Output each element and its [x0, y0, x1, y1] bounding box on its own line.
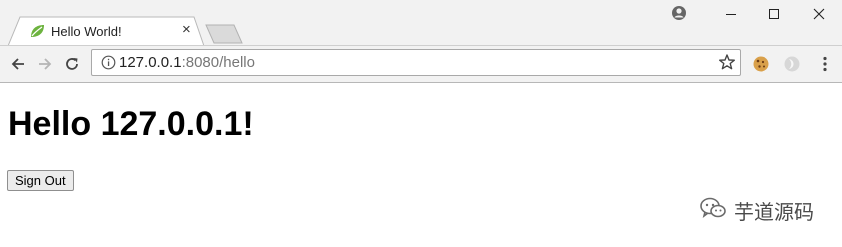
star-icon[interactable]	[718, 53, 736, 71]
forward-button[interactable]	[32, 51, 58, 77]
url-path: :8080/hello	[181, 54, 255, 71]
maximize-icon	[769, 9, 779, 19]
url-host: 127.0.0.1	[119, 54, 182, 71]
arrow-left-icon	[11, 58, 24, 70]
tab-strip: Hello World! ×	[0, 0, 842, 46]
tab-title: Hello World!	[51, 24, 122, 39]
reload-button[interactable]	[59, 51, 85, 77]
watermark-text: 芋道源码	[734, 200, 814, 224]
info-icon[interactable]	[101, 55, 116, 70]
close-icon	[813, 8, 825, 20]
tab-hello-world[interactable]: Hello World! ×	[8, 16, 204, 46]
tab-close-button[interactable]: ×	[182, 22, 191, 38]
maximize-button[interactable]	[751, 0, 797, 28]
browser-toolbar: 127.0.0.1:8080/hello	[0, 45, 842, 82]
extension-icon[interactable]	[783, 55, 801, 73]
close-window-button[interactable]	[796, 0, 842, 28]
address-url: 127.0.0.1:8080/hello	[119, 54, 255, 71]
minimize-button[interactable]	[708, 0, 754, 28]
address-bar[interactable]: 127.0.0.1:8080/hello	[91, 49, 741, 76]
new-tab-button[interactable]	[204, 24, 244, 44]
profile-icon[interactable]	[671, 5, 687, 21]
arrow-right-icon	[39, 58, 52, 70]
back-button[interactable]	[5, 51, 31, 77]
watermark: 芋道源码	[700, 196, 814, 225]
minimize-icon	[726, 14, 736, 15]
leaf-icon	[29, 23, 45, 39]
new-tab-shape	[205, 24, 243, 44]
sign-out-button[interactable]: Sign Out	[7, 170, 74, 191]
page-heading: Hello 127.0.0.1!	[8, 105, 254, 143]
reload-icon	[66, 58, 78, 70]
kebab-menu-icon[interactable]	[816, 55, 834, 73]
page-content: Hello 127.0.0.1! Sign Out 芋道源码	[0, 83, 842, 247]
wechat-icon	[700, 196, 726, 225]
cookie-icon[interactable]	[752, 55, 770, 73]
